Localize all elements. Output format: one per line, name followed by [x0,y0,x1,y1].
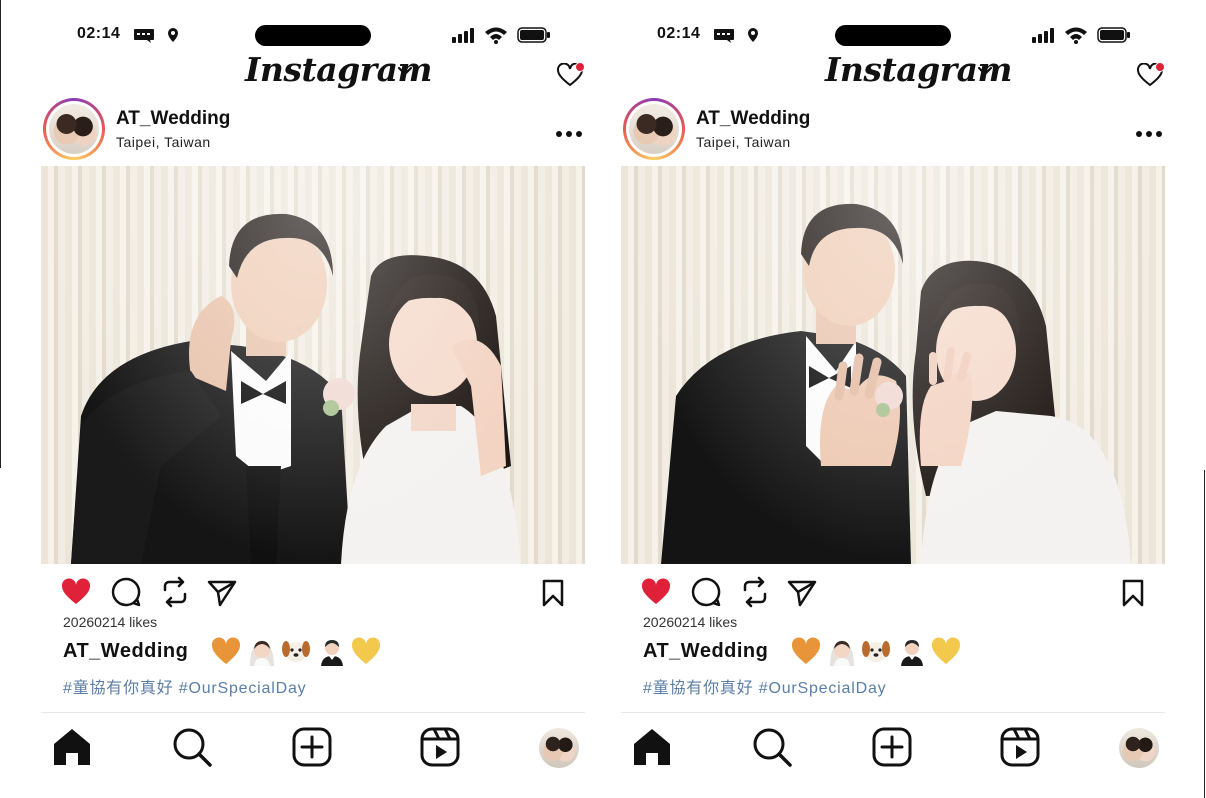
post-photo[interactable] [41,166,585,564]
chevron-down-icon[interactable] [977,66,993,76]
post-location[interactable]: Taipei, Taiwan [696,134,791,150]
orange-heart-icon [791,637,821,664]
share-send-icon[interactable] [207,579,237,607]
right-edge-line [1204,470,1205,798]
caption-username[interactable]: AT_Wedding [63,640,188,663]
location-icon [748,28,758,42]
post-header: AT_Wedding Taipei, Taiwan [41,98,601,160]
post-actions [621,576,1181,610]
bottom-nav-divider [621,712,1165,713]
wedding-photo-illustration [661,203,1131,564]
yellow-heart-icon [931,637,961,664]
yellow-heart-icon [351,637,381,664]
avatar-image [629,104,679,154]
app-header: Instagram [41,50,601,98]
dynamic-island [835,25,951,46]
post-photo[interactable] [621,166,1165,564]
profile-tab-avatar[interactable] [1119,728,1159,768]
groom-emoji-icon [901,640,923,666]
battery-icon [1097,27,1130,43]
bookmark-save-icon[interactable] [541,579,565,607]
dog-face-icon [862,641,890,662]
reels-icon[interactable] [999,726,1041,768]
bride-emoji-icon [830,640,854,666]
more-options-icon[interactable] [1135,130,1163,138]
create-post-icon[interactable] [871,726,913,768]
bottom-nav-divider [41,712,585,713]
search-icon[interactable] [751,726,793,768]
cellular-signal-icon [452,28,474,43]
like-heart-icon[interactable] [641,578,671,606]
wedding-photo-illustration [71,213,521,564]
repost-icon[interactable] [741,576,769,608]
bottom-navigation [41,720,601,780]
avatar-image [49,104,99,154]
post-actions [41,576,601,610]
share-send-icon[interactable] [787,579,817,607]
app-header: Instagram [621,50,1181,98]
dynamic-island [255,25,371,46]
dog-face-icon [282,641,310,662]
profile-avatar[interactable] [43,98,105,160]
left-edge-line [0,0,1,468]
chevron-down-icon[interactable] [397,66,413,76]
post-username[interactable]: AT_Wedding [116,108,230,130]
likes-count[interactable]: 20260214 likes [63,614,157,630]
phone-screen-1: 02:14 Instagram AT_Wedding Taipei, Taiwa… [41,0,601,798]
status-time: 02:14 [77,25,121,42]
status-bar: 02:14 [621,22,1181,48]
home-icon[interactable] [51,726,93,768]
wifi-icon [485,27,507,44]
caption-username[interactable]: AT_Wedding [643,640,768,663]
post-username[interactable]: AT_Wedding [696,108,810,130]
groom-emoji-icon [321,640,343,666]
more-options-icon[interactable] [555,130,583,138]
notification-badge [575,62,585,72]
search-icon[interactable] [171,726,213,768]
bottom-navigation [621,720,1181,780]
repost-icon[interactable] [161,576,189,608]
post-location[interactable]: Taipei, Taiwan [116,134,211,150]
create-post-icon[interactable] [291,726,333,768]
phone-screen-2: 02:14 Instagram AT_Wedding Taipei, Taiwa… [621,0,1181,798]
message-notification-icon [714,29,734,43]
comment-icon[interactable] [111,577,141,607]
post-header: AT_Wedding Taipei, Taiwan [621,98,1181,160]
bookmark-save-icon[interactable] [1121,579,1145,607]
bride-emoji-icon [250,640,274,666]
comment-icon[interactable] [691,577,721,607]
message-notification-icon [134,29,154,43]
post-hashtags[interactable]: #童協有你真好 #OurSpecialDay [643,674,886,698]
cellular-signal-icon [1032,28,1054,43]
likes-count[interactable]: 20260214 likes [643,614,737,630]
post-hashtags[interactable]: #童協有你真好 #OurSpecialDay [63,674,306,698]
status-bar: 02:14 [41,22,601,48]
battery-icon [517,27,550,43]
reels-icon[interactable] [419,726,461,768]
orange-heart-icon [211,637,241,664]
home-icon[interactable] [631,726,673,768]
status-time: 02:14 [657,25,701,42]
wifi-icon [1065,27,1087,44]
profile-tab-avatar[interactable] [539,728,579,768]
like-heart-icon[interactable] [61,578,91,606]
location-icon [168,28,178,42]
notification-badge [1155,62,1165,72]
profile-avatar[interactable] [623,98,685,160]
